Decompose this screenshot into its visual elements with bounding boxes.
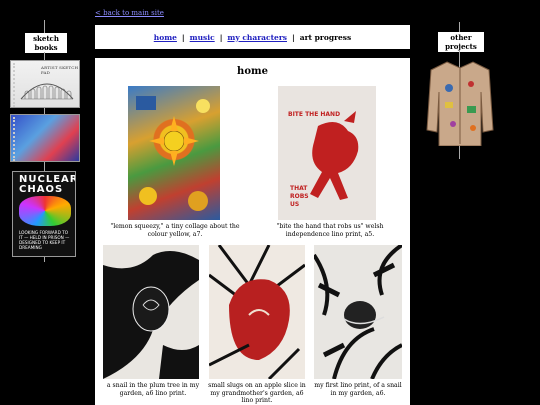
other-projects-label[interactable]: other projects: [438, 32, 484, 52]
artwork-caption: "bite the hand that robs us" welsh indep…: [276, 223, 384, 238]
artwork-caption: my first lino print, of a snail in my ga…: [314, 382, 402, 397]
artwork-first-lino-snail[interactable]: [314, 245, 402, 379]
sketchbook-text: LOOKING FORWARD TO IT — HELD IN PRISON —…: [19, 230, 70, 250]
artwork-caption: "lemon squeezy," a tiny collage about th…: [110, 223, 240, 238]
sketchbook-colorful[interactable]: [10, 114, 80, 162]
spiral-binding: [13, 117, 18, 161]
artwork-bite-the-hand[interactable]: BITE THE HAND THAT ROBS US: [278, 86, 376, 220]
sketchbook-title: ARTIST SKETCH PAD: [41, 65, 79, 75]
nav-separator: |: [292, 32, 295, 42]
artwork-caption: small slugs on an apple slice in my gran…: [208, 382, 306, 404]
collage-image: [136, 96, 210, 211]
artwork-slugs-apple[interactable]: [209, 245, 305, 379]
rainbow-swirl-icon: [19, 196, 71, 226]
lino-snail-plum-icon: [103, 245, 199, 379]
hanging-rail: [44, 20, 45, 33]
nav-art-progress[interactable]: art progress: [300, 33, 352, 42]
sketchbook-title: NUCLEAR CHAOS: [19, 174, 76, 195]
page-title: home: [237, 66, 268, 77]
red-dragon-icon: [310, 111, 359, 200]
painted-jacket-image[interactable]: [425, 58, 495, 146]
hanging-rail: [459, 22, 460, 32]
top-nav: home | music | my characters | art progr…: [95, 25, 410, 49]
artwork-lemon-squeezy[interactable]: [128, 86, 220, 220]
main-content: home "lemon squeezy," a tiny collage abo…: [95, 58, 410, 405]
back-to-main-link[interactable]: < back to main site: [95, 9, 164, 17]
colosseum-drawing-icon: [20, 83, 74, 100]
nav-separator: |: [181, 32, 185, 42]
nav-my-characters[interactable]: my characters: [227, 33, 287, 42]
nav-music[interactable]: music: [190, 33, 215, 42]
spiral-binding: [13, 63, 18, 107]
sketchbook-nuclear-chaos[interactable]: NUCLEAR CHAOS LOOKING FORWARD TO IT — HE…: [12, 171, 76, 257]
sketch-books-label[interactable]: sketch books: [25, 33, 67, 53]
lino-snail-icon: [314, 245, 402, 379]
lino-apple-slice-icon: [209, 245, 305, 379]
nav-separator: |: [219, 32, 223, 42]
artwork-snail-plum-tree[interactable]: [103, 245, 199, 379]
nav-home[interactable]: home: [154, 33, 177, 42]
artwork-caption: a snail in the plum tree in my garden, a…: [106, 382, 200, 397]
sketchbook-colosseum[interactable]: ARTIST SKETCH PAD: [10, 60, 80, 108]
